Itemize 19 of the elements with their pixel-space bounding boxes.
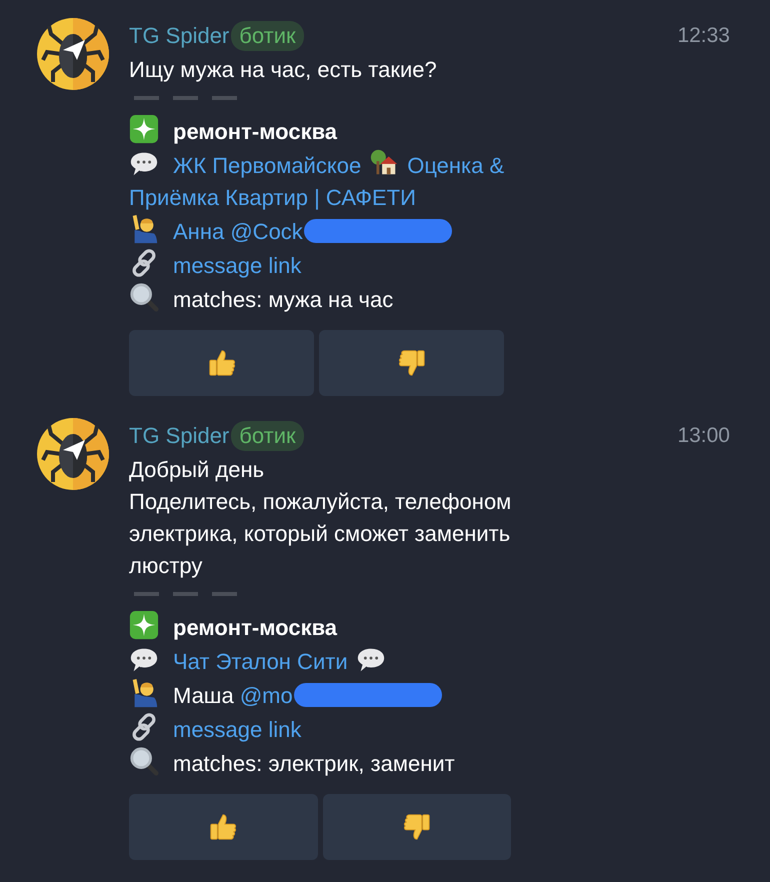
message-time: 13:00 xyxy=(677,424,730,448)
bot-badge: ботик xyxy=(231,421,304,451)
chat-link[interactable]: Чат Эталон Сити xyxy=(129,644,512,678)
user-link[interactable]: Анна @Cock xyxy=(173,219,303,244)
chat-link[interactable]: ЖК Первомайское Оценка & Приёмка Квартир | САФЕТИ xyxy=(129,148,504,214)
message-time: 12:33 xyxy=(677,24,730,48)
sender-name[interactable]: TG Spider xyxy=(129,23,230,49)
channel-name: ремонт-москва xyxy=(173,119,338,144)
channel-name: ремонт-москва xyxy=(173,615,338,640)
matches-text: matches: мужа на час xyxy=(173,287,394,312)
user-handle-link[interactable]: @mo xyxy=(240,683,293,708)
sender-name[interactable]: TG Spider xyxy=(129,423,230,449)
matches-text: matches: электрик, заменит xyxy=(173,751,455,776)
user-name: Маша xyxy=(173,683,234,708)
message-text: Добрый день Поделитесь, пожалуйста, телефоном электрика, который сможет заменить люстру xyxy=(129,456,512,580)
bot-badge: ботик xyxy=(231,21,304,51)
message-text: Ищу мужа на час, есть такие? xyxy=(129,56,438,84)
message-link[interactable]: message link xyxy=(173,717,302,742)
message-link[interactable]: message link xyxy=(173,253,302,278)
